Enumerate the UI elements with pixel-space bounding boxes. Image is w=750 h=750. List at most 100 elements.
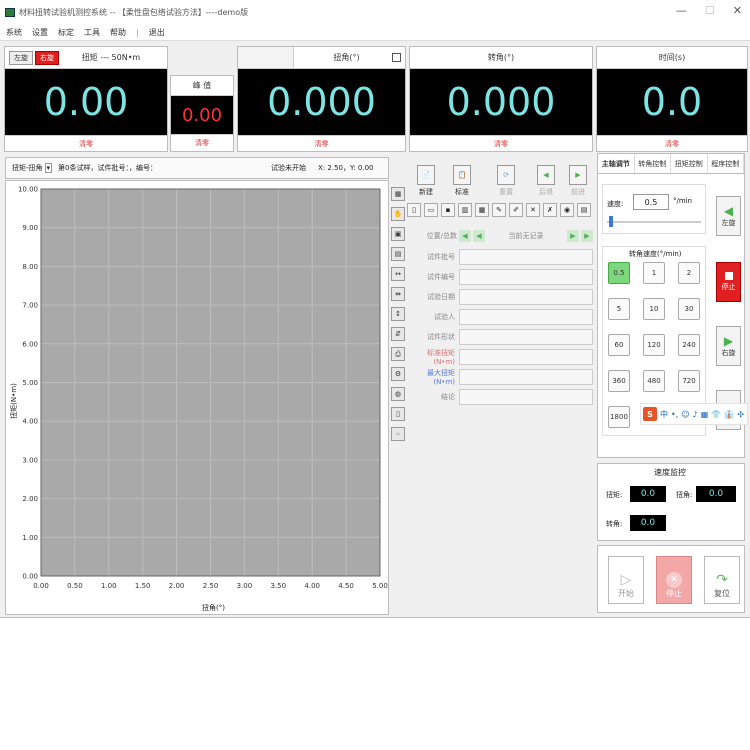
rotate-right-toggle[interactable]: 右旋	[35, 51, 59, 65]
reset-button[interactable]: ⟳ 重置	[491, 157, 521, 197]
preset-240[interactable]: 240	[678, 334, 700, 356]
book-icon[interactable]: ▥	[458, 203, 472, 217]
spindle-stop-button[interactable]: 停止	[716, 262, 741, 302]
tab-spindle[interactable]: 主轴调节	[598, 154, 635, 173]
stop-test-button[interactable]: ✕ 停止	[656, 556, 692, 604]
preset-360[interactable]: 360	[608, 370, 630, 392]
calib-torque-input[interactable]	[459, 349, 593, 365]
torque-clear-button[interactable]: 清零	[5, 135, 167, 151]
chart-mode-select[interactable]: 扭矩-扭角	[12, 163, 43, 173]
time-display: 0.0	[597, 69, 747, 135]
preset-120[interactable]: 120	[643, 334, 665, 356]
report-icon[interactable]: ▦	[475, 203, 489, 217]
conclusion-input[interactable]	[459, 389, 593, 405]
reset-test-button[interactable]: ↷ 复位	[704, 556, 740, 604]
chevron-down-icon[interactable]: ▾	[44, 163, 53, 173]
tab-torque-control[interactable]: 扭矩控制	[671, 154, 708, 173]
ime-emoji-icon[interactable]: ☺	[681, 410, 689, 419]
prev-button[interactable]: ◀ 后退	[531, 157, 561, 197]
minimize-button[interactable]: —	[676, 4, 687, 17]
rotation-panel: 转角(°) 0.000 清零	[409, 46, 593, 152]
max-torque-input[interactable]	[459, 369, 593, 385]
save-icon[interactable]: ▪	[441, 203, 455, 217]
preset-5[interactable]: 5	[608, 298, 630, 320]
link-icon[interactable]: ∞	[391, 427, 405, 441]
tool-icon[interactable]: ⚙	[391, 367, 405, 381]
next-button[interactable]: ▶ 前进	[563, 157, 593, 197]
globe-icon[interactable]: ◍	[391, 387, 405, 401]
menu-tools[interactable]: 工具	[84, 27, 100, 38]
nav-prev-icon[interactable]: ◀	[473, 230, 485, 242]
preset-10[interactable]: 10	[643, 298, 665, 320]
folder-icon[interactable]: ▭	[424, 203, 438, 217]
number-input[interactable]	[459, 269, 593, 285]
preset-720[interactable]: 720	[678, 370, 700, 392]
ime-tools-icon[interactable]: ✣	[737, 410, 744, 419]
preset-0-5[interactable]: 0.5	[608, 262, 630, 284]
speed-input[interactable]: 0.5	[633, 194, 669, 210]
image-icon[interactable]: ▣	[391, 227, 405, 241]
time-clear-button[interactable]: 清零	[597, 135, 747, 151]
preset-60[interactable]: 60	[608, 334, 630, 356]
ime-punctuation-icon[interactable]: •,	[671, 410, 678, 419]
nav-last-icon[interactable]: ▶	[581, 230, 593, 242]
start-button[interactable]: ▷ 开始	[608, 556, 644, 604]
pen-icon[interactable]: ✐	[509, 203, 523, 217]
menu-system[interactable]: 系统	[6, 27, 22, 38]
speed-slider-thumb[interactable]	[609, 216, 613, 227]
menu-settings[interactable]: 设置	[32, 27, 48, 38]
tab-program-control[interactable]: 程序控制	[708, 154, 744, 173]
hand-icon[interactable]: ✋	[391, 207, 405, 221]
new-button[interactable]: 📄 新建	[411, 157, 441, 197]
edit-icon[interactable]: ✎	[492, 203, 506, 217]
zoom-vertical-icon[interactable]: ↕	[391, 307, 405, 321]
preset-2[interactable]: 2	[678, 262, 700, 284]
ime-skin-icon[interactable]: 👕	[711, 410, 721, 419]
zoom-horizontal-icon[interactable]: ↔	[391, 267, 405, 281]
menu-help[interactable]: 帮助	[110, 27, 126, 38]
angle-display: 0.000	[238, 69, 405, 135]
grid-icon[interactable]: ▦	[391, 187, 405, 201]
operator-input[interactable]	[459, 309, 593, 325]
angle-clear-button[interactable]: 清零	[238, 135, 405, 151]
maximize-button[interactable]: ☐	[705, 4, 715, 17]
delete-icon[interactable]: ✕	[526, 203, 540, 217]
clipboard-icon[interactable]: ▯	[391, 407, 405, 421]
ime-shirt-icon[interactable]: 👔	[724, 410, 734, 419]
batch-input[interactable]	[459, 249, 593, 265]
peak-clear-button[interactable]: 清零	[171, 134, 233, 150]
angle-checkbox[interactable]	[392, 53, 401, 62]
speed-label: 速度:	[607, 200, 624, 208]
zoom-height-icon[interactable]: ⇵	[391, 327, 405, 341]
stop-x-icon: ✕	[666, 572, 682, 588]
preset-1800[interactable]: 1800	[608, 406, 630, 428]
preset-480[interactable]: 480	[643, 370, 665, 392]
menu-calibrate[interactable]: 标定	[58, 27, 74, 38]
date-input[interactable]	[459, 289, 593, 305]
nav-first-icon[interactable]: ◀	[459, 230, 471, 242]
sogou-logo-icon[interactable]: S	[643, 407, 657, 421]
rotation-clear-button[interactable]: 清零	[410, 135, 592, 151]
layer-icon[interactable]: ▤	[391, 247, 405, 261]
preset-30[interactable]: 30	[678, 298, 700, 320]
erase-icon[interactable]: ✗	[543, 203, 557, 217]
zoom-width-icon[interactable]: ⇹	[391, 287, 405, 301]
preset-1[interactable]: 1	[643, 262, 665, 284]
doc-icon[interactable]: ▯	[407, 203, 421, 217]
standard-button[interactable]: 📋 标准	[447, 157, 477, 197]
print-icon[interactable]: ⎙	[391, 347, 405, 361]
menu-exit[interactable]: 退出	[149, 27, 165, 38]
list-icon[interactable]: ▤	[577, 203, 591, 217]
ime-language-toggle[interactable]: 中	[660, 409, 668, 420]
ime-voice-icon[interactable]: ♪	[693, 410, 698, 419]
speed-slider[interactable]	[607, 221, 701, 223]
tab-rotation-control[interactable]: 转角控制	[635, 154, 671, 173]
nav-next-icon[interactable]: ▶	[567, 230, 579, 242]
rotate-left-button[interactable]: ◀ 左旋	[716, 196, 741, 236]
disk-icon[interactable]: ◉	[560, 203, 574, 217]
close-button[interactable]: ✕	[733, 4, 742, 17]
rotate-left-toggle[interactable]: 左旋	[9, 51, 33, 65]
shape-input[interactable]	[459, 329, 593, 345]
ime-keyboard-icon[interactable]: ▦	[701, 410, 709, 419]
rotate-right-button[interactable]: ▶ 右旋	[716, 326, 741, 366]
